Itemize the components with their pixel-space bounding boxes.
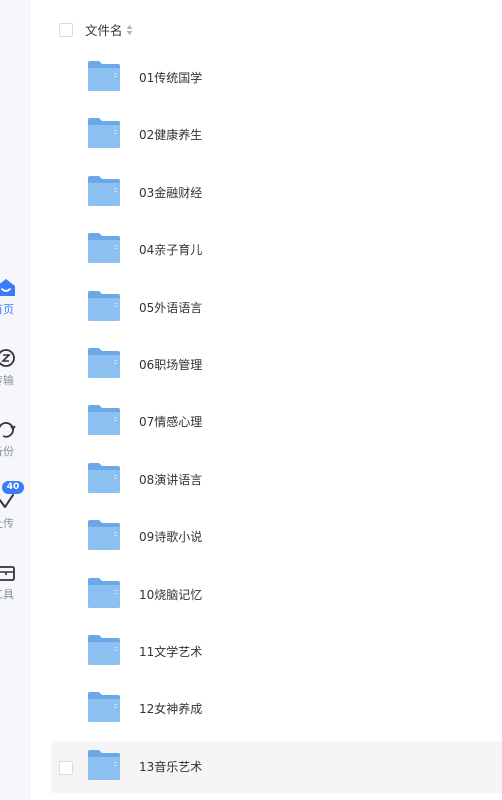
upload-count-badge: 40 (2, 481, 24, 494)
folder-icon (87, 60, 121, 92)
file-row[interactable]: 13音乐艺术 (51, 740, 502, 793)
upload-check-icon (0, 491, 17, 513)
file-name[interactable]: 05外语语言 (139, 299, 202, 316)
file-row[interactable]: 12女神养成 (51, 683, 502, 735)
folder-icon (87, 347, 121, 379)
file-row[interactable]: 01传统国学 (51, 52, 502, 104)
nav-item-home[interactable]: 首页 (0, 277, 31, 327)
folder-icon (87, 749, 121, 781)
folder-icon (87, 634, 121, 666)
row-checkbox[interactable] (59, 760, 73, 775)
folder-icon (87, 519, 121, 551)
folder-icon (87, 175, 121, 207)
left-nav: 首页 传输 备份 (0, 0, 31, 800)
nav-item-backup[interactable]: 备份 (0, 419, 31, 469)
nav-item-transfer[interactable]: 传输 (0, 348, 31, 398)
nav-item-tools[interactable]: 工具 (0, 562, 31, 612)
file-row[interactable]: 11文学艺术 (51, 626, 502, 678)
file-name[interactable]: 07情感心理 (139, 413, 202, 430)
nav-item-label: 首页 (0, 303, 14, 316)
select-all-checkbox[interactable] (59, 23, 73, 37)
folder-icon (87, 462, 121, 494)
nav-item-label: 上传 (0, 517, 14, 530)
folder-icon (87, 691, 121, 723)
file-row[interactable]: 03金融财经 (51, 167, 502, 219)
file-name[interactable]: 02健康养生 (139, 126, 202, 143)
list-header: 文件名 (31, 12, 502, 48)
nav-item-upload[interactable]: 40 上传 (0, 481, 31, 541)
file-row[interactable]: 08演讲语言 (51, 454, 502, 506)
file-row[interactable]: 10烧脑记忆 (51, 569, 502, 621)
transfer-icon (0, 348, 17, 370)
file-name[interactable]: 08演讲语言 (139, 471, 202, 488)
file-name[interactable]: 06职场管理 (139, 356, 202, 373)
app-window: 首页 传输 备份 (0, 0, 502, 800)
file-name[interactable]: 04亲子育儿 (139, 241, 202, 258)
file-name[interactable]: 01传统国学 (139, 69, 202, 86)
toolbox-icon (0, 562, 17, 584)
folder-icon (87, 232, 121, 264)
column-title-filename[interactable]: 文件名 (85, 20, 123, 39)
folder-icon (87, 404, 121, 436)
file-row[interactable]: 04亲子育儿 (51, 224, 502, 276)
folder-icon (87, 117, 121, 149)
file-name[interactable]: 13音乐艺术 (139, 758, 202, 775)
sort-icon[interactable] (126, 22, 133, 36)
file-row[interactable]: 02健康养生 (51, 109, 502, 161)
nav-item-label: 备份 (0, 445, 14, 458)
file-row[interactable]: 07情感心理 (51, 396, 502, 448)
backup-icon (0, 419, 17, 441)
file-name[interactable]: 03金融财经 (139, 184, 202, 201)
home-face-icon (0, 277, 17, 299)
file-row[interactable]: 06职场管理 (51, 339, 502, 391)
nav-item-label: 传输 (0, 374, 14, 387)
file-row[interactable]: 09诗歌小说 (51, 511, 502, 563)
file-name[interactable]: 10烧脑记忆 (139, 586, 202, 603)
file-name[interactable]: 11文学艺术 (139, 643, 202, 660)
file-list: 文件名 01传统国学 02健康养生 03金融财经 04亲子育儿 05外语语言 0… (31, 0, 502, 800)
folder-icon (87, 577, 121, 609)
nav-item-label: 工具 (0, 588, 14, 601)
folder-icon (87, 290, 121, 322)
file-name[interactable]: 12女神养成 (139, 700, 202, 717)
file-row[interactable]: 05外语语言 (51, 282, 502, 334)
file-name[interactable]: 09诗歌小说 (139, 528, 202, 545)
